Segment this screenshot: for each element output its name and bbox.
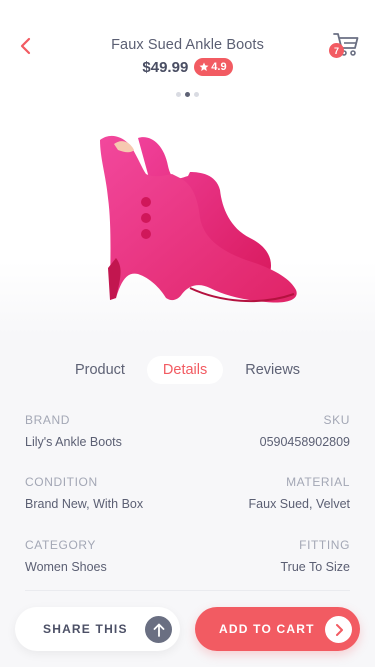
spec-label: CATEGORY [25, 538, 97, 552]
spec-value: Women Shoes [25, 560, 107, 574]
product-price: $49.99 [142, 58, 189, 76]
gallery-dot-active[interactable] [185, 92, 190, 97]
spec-label: BRAND [25, 413, 71, 427]
tab-bar: Product Details Reviews [0, 356, 375, 384]
add-to-cart-label: ADD TO CART [219, 622, 315, 636]
spec-label: MATERIAL [286, 475, 350, 489]
arrow-up-icon [145, 616, 172, 643]
rating-badge: 4.9 [194, 58, 233, 76]
tab-details[interactable]: Details [146, 356, 224, 384]
spec-fitting: FITTING True To Size [281, 538, 350, 574]
spec-value: Faux Sued, Velvet [248, 497, 350, 511]
tab-product[interactable]: Product [59, 356, 141, 384]
spec-sku: SKU 0590458902809 [260, 413, 350, 449]
spec-value: True To Size [280, 560, 350, 574]
gallery-dot[interactable] [176, 92, 181, 97]
star-icon [199, 62, 209, 71]
spec-condition: CONDITION Brand New, With Box [25, 475, 143, 511]
spec-value: 0590458902809 [259, 435, 350, 449]
chevron-right-icon [325, 616, 352, 643]
share-button-label: SHARE THIS [43, 622, 128, 636]
spec-label: CONDITION [25, 475, 98, 489]
spec-value: Brand New, With Box [25, 497, 144, 511]
spec-brand: BRAND Lily's Ankle Boots [25, 413, 122, 449]
cart-count-badge: 7 [329, 43, 344, 58]
product-title: Faux Sued Ankle Boots [111, 37, 264, 53]
product-image [100, 135, 297, 303]
spec-label: FITTING [299, 538, 350, 552]
divider [25, 590, 350, 591]
back-button[interactable] [14, 34, 38, 58]
rating-value: 4.9 [211, 61, 227, 73]
add-to-cart-button[interactable]: ADD TO CART [195, 607, 360, 651]
gallery-dot[interactable] [194, 92, 199, 97]
gallery-dots [0, 92, 375, 97]
chevron-left-icon [20, 37, 31, 55]
share-button[interactable]: SHARE THIS [15, 607, 180, 651]
spec-value: Lily's Ankle Boots [25, 435, 122, 449]
spec-label: SKU [323, 413, 350, 427]
spec-category: CATEGORY Women Shoes [25, 538, 107, 574]
price-row: $49.99 4.9 [0, 58, 375, 76]
spec-material: MATERIAL Faux Sued, Velvet [249, 475, 350, 511]
cart-button[interactable]: 7 [326, 30, 360, 60]
tab-reviews[interactable]: Reviews [229, 356, 316, 384]
